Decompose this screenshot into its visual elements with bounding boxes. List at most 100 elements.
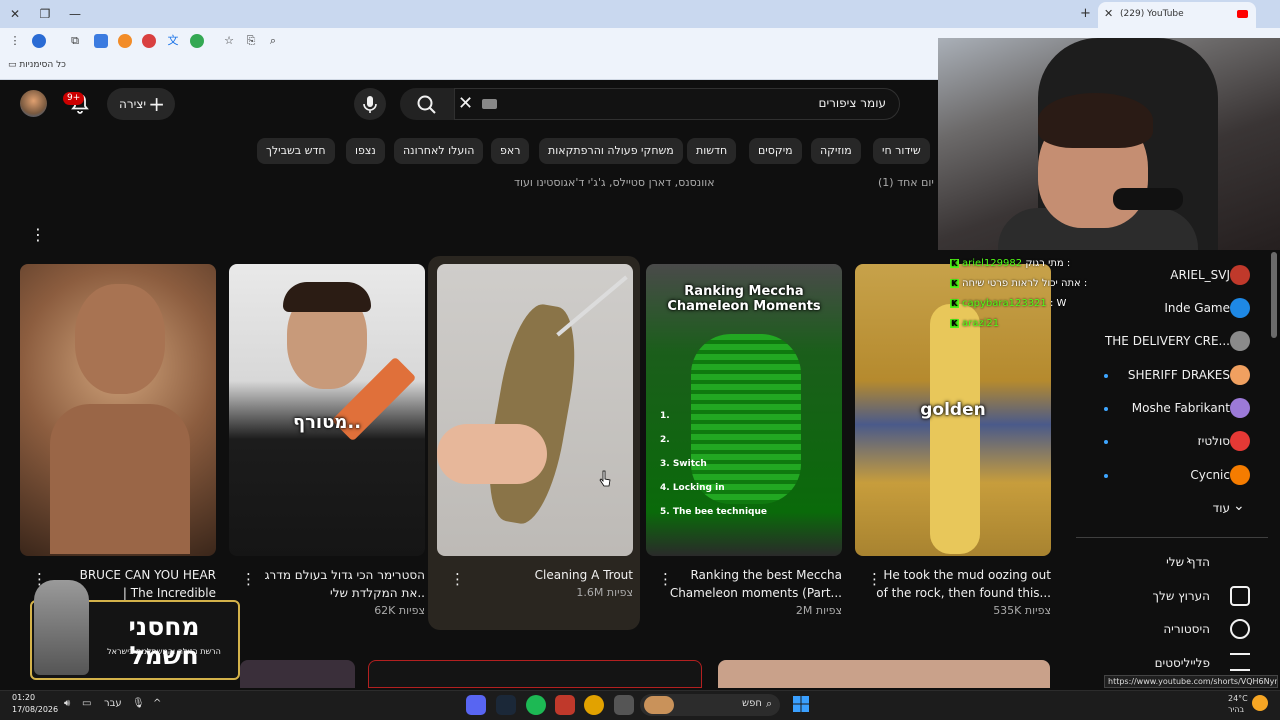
- search-icon[interactable]: [400, 88, 454, 120]
- translate-icon[interactable]: 文: [166, 34, 180, 48]
- video-thumbnail-bottom-2[interactable]: [368, 660, 702, 688]
- subscription-ariel-svj[interactable]: ARIEL_SVJ: [1080, 268, 1230, 282]
- subscription-delivery-cre[interactable]: THE DELIVERY CRE...: [1080, 334, 1230, 348]
- chip-mixes[interactable]: מיקסים: [749, 138, 802, 164]
- sidebar-scrollbar[interactable]: [1271, 252, 1277, 338]
- weather-temperature[interactable]: 24°C: [1228, 694, 1248, 703]
- new-tab-icon[interactable]: +: [1080, 6, 1091, 21]
- windows-start-icon[interactable]: [792, 695, 810, 713]
- new-content-dot: [1104, 440, 1108, 444]
- subscription-moshe-fabrikant[interactable]: Moshe Fabrikant: [1080, 401, 1230, 415]
- clear-search-icon[interactable]: ✕: [458, 93, 473, 114]
- chat-message-2: K אתה יכול לראות פרטי שיחה :: [950, 278, 1087, 289]
- channel-avatar: [1230, 431, 1250, 451]
- short-thumbnail-4[interactable]: Ranking Meccha Chameleon Moments 1. 2. 3…: [646, 264, 842, 556]
- all-bookmarks-link[interactable]: ▭ כל הסימניות: [8, 60, 66, 70]
- shorts-menu-icon[interactable]: ⋮: [30, 225, 46, 244]
- chip-rap[interactable]: ראפ: [491, 138, 530, 164]
- minimize-window-icon[interactable]: —: [66, 5, 84, 23]
- subscription-inde-game[interactable]: Inde Game: [1080, 301, 1230, 315]
- short-title-3[interactable]: Cleaning A Trout: [437, 566, 633, 584]
- extensions-icon[interactable]: ⧉: [68, 34, 82, 48]
- clock-time[interactable]: 01:20: [12, 693, 35, 702]
- weather-description[interactable]: בהיר: [1228, 705, 1244, 714]
- short-menu-icon-5[interactable]: ⋮: [867, 570, 882, 588]
- subscription-sheriff-drakes[interactable]: SHERIFF DRAKES: [1080, 368, 1230, 382]
- your-channel-link[interactable]: הערוץ שלך: [1100, 589, 1210, 603]
- chat-message-1: Kariel129982 מתי רגוק :: [950, 258, 1070, 269]
- short-thumbnail-3[interactable]: [437, 264, 633, 556]
- short-menu-icon-3[interactable]: ⋮: [450, 570, 465, 588]
- clock-date[interactable]: 17/08/2026: [12, 705, 58, 714]
- extension-3-icon[interactable]: [142, 34, 156, 48]
- torso-shape: [50, 404, 190, 554]
- mix-channels-text: אוונסנס, דארן סטיילס, ג'ג'י ד'אגוסטינו ו…: [514, 176, 715, 189]
- file-explorer-icon[interactable]: [614, 695, 634, 715]
- extension-1-icon[interactable]: [94, 34, 108, 48]
- chip-recently-uploaded[interactable]: הועלו לאחרונה: [394, 138, 484, 164]
- show-more-subscriptions[interactable]: עוד: [1080, 501, 1230, 515]
- short-title-4[interactable]: Ranking the best Meccha Chameleon moment…: [646, 566, 842, 602]
- browser-tab[interactable]: ✕ (229) YouTube: [1098, 2, 1256, 28]
- hand-shape: [437, 424, 547, 484]
- keyboard-icon[interactable]: [482, 99, 497, 109]
- install-app-icon[interactable]: ⎘: [244, 34, 258, 48]
- microphone-tray-icon[interactable]: 🎙︎: [132, 698, 145, 709]
- bookmark-star-icon[interactable]: ☆: [222, 34, 236, 48]
- profile-icon[interactable]: [32, 34, 46, 48]
- spotify-app-icon[interactable]: [526, 695, 546, 715]
- discord-app-icon[interactable]: [466, 695, 486, 715]
- search-highlight-image: [644, 696, 674, 714]
- network-icon[interactable]: ▭: [82, 698, 91, 709]
- plus-icon: +: [148, 92, 165, 116]
- close-tab-icon[interactable]: ✕: [1104, 2, 1113, 26]
- short-title-line-2: Chameleon moments (Part...: [669, 586, 842, 600]
- volume-icon[interactable]: 🔊︎: [64, 698, 70, 709]
- extension-2-icon[interactable]: [118, 34, 132, 48]
- chat-message-3: Kcapybara123321 : W: [950, 298, 1066, 309]
- extension-4-icon[interactable]: [190, 34, 204, 48]
- chrome-app-icon[interactable]: [584, 695, 604, 715]
- short-thumbnail-2[interactable]: מטורף..: [229, 264, 425, 556]
- chip-news[interactable]: חדשות: [687, 138, 737, 164]
- short-menu-icon-4[interactable]: ⋮: [658, 570, 673, 588]
- notifications-badge: 9+: [63, 92, 85, 105]
- menu-dots-icon[interactable]: ⋮: [8, 34, 22, 48]
- taskbar-search-label: חפש: [742, 698, 762, 709]
- mud-stream-shape: [930, 304, 980, 554]
- short-title-2[interactable]: הסטרימר הכי גדול בעולם מדרג את המקלדת של…: [229, 566, 425, 602]
- voice-search-icon[interactable]: [354, 88, 386, 120]
- zoom-icon[interactable]: ⌕: [266, 34, 280, 48]
- tray-expand-icon[interactable]: ^: [153, 698, 161, 709]
- playlist-meta-text: י יום אחד (1): [878, 176, 940, 189]
- short-thumbnail-1[interactable]: [20, 264, 216, 556]
- steam-app-icon[interactable]: [496, 695, 516, 715]
- close-window-icon[interactable]: ✕: [6, 5, 24, 23]
- streamer-hair: [1038, 93, 1153, 148]
- input-language[interactable]: עבר: [104, 698, 122, 709]
- video-thumbnail-bottom-3[interactable]: [718, 660, 1050, 688]
- subscription-cycnic[interactable]: Cycnic: [1080, 468, 1230, 482]
- history-link[interactable]: היסטוריה: [1100, 622, 1210, 636]
- short-views-3: 1.6M צפיות: [576, 586, 633, 599]
- maximize-window-icon[interactable]: ❐: [36, 5, 54, 23]
- chip-new-to-you[interactable]: חדש בשבילך: [257, 138, 335, 164]
- chip-music[interactable]: מוזיקה: [811, 138, 861, 164]
- chip-live[interactable]: שידור חי: [873, 138, 930, 164]
- short-menu-icon-2[interactable]: ⋮: [241, 570, 256, 588]
- create-button[interactable]: יצירה +: [107, 88, 175, 120]
- you-section-heading[interactable]: הדף שלי: [1100, 555, 1210, 569]
- weather-moon-icon[interactable]: [1252, 695, 1268, 711]
- short-title-5[interactable]: He took the mud oozing out of the rock, …: [855, 566, 1051, 602]
- ranking-item-1: 1.: [660, 411, 670, 421]
- video-thumbnail-bottom-1[interactable]: [240, 660, 355, 688]
- app-icon[interactable]: [555, 695, 575, 715]
- chip-watched[interactable]: נצפו: [346, 138, 385, 164]
- short-title-line-1: He took the mud oozing out: [883, 568, 1051, 582]
- chat-username: capybara123321: [962, 298, 1047, 309]
- subscription-soltiz[interactable]: סולטיז: [1080, 434, 1231, 448]
- account-avatar[interactable]: [20, 90, 47, 117]
- chip-action-adventure-games[interactable]: משחקי פעולה והרפתקאות: [539, 138, 683, 164]
- playlists-link[interactable]: פלייליסטים: [1100, 656, 1210, 670]
- youtube-favicon-icon: [1237, 10, 1248, 18]
